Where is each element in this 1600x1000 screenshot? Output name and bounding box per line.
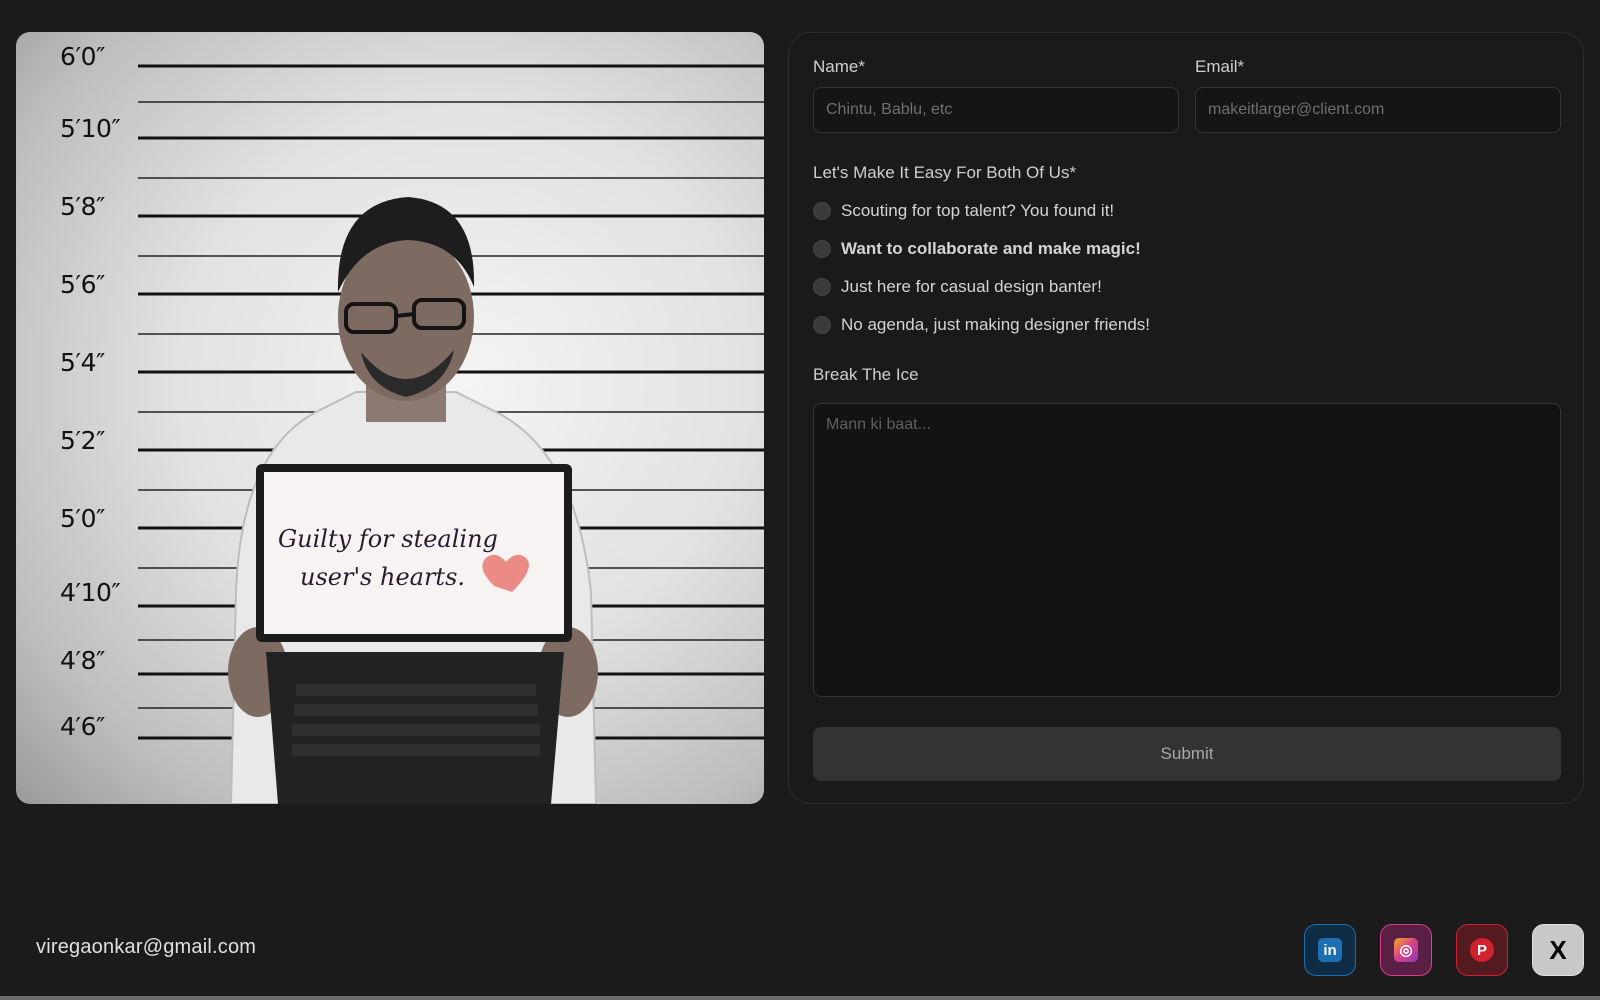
option-label: No agenda, just making designer friends! xyxy=(841,315,1151,334)
height-mark-5-0: 5′0″ xyxy=(60,504,105,533)
email-label: Email* xyxy=(1195,57,1245,76)
radio-circle[interactable] xyxy=(813,240,831,258)
radio-circle[interactable] xyxy=(813,316,831,334)
height-mark-4-8: 4′8″ xyxy=(60,646,105,675)
bottom-divider xyxy=(0,996,1600,1000)
height-mark-5-4: 5′4″ xyxy=(60,348,105,377)
radio-circle[interactable] xyxy=(813,202,831,220)
x-icon: X xyxy=(1549,934,1567,965)
linkedin-icon: in xyxy=(1318,938,1342,962)
instagram-icon: ◎ xyxy=(1394,938,1418,962)
linkedin-button[interactable]: in xyxy=(1304,924,1356,976)
intent-option-friends[interactable]: No agenda, just making designer friends! xyxy=(813,315,1150,335)
message-textarea[interactable]: Mann ki baat... xyxy=(813,403,1561,697)
radio-circle[interactable] xyxy=(813,278,831,296)
email-field[interactable]: makeitlarger@client.com xyxy=(1195,87,1561,133)
option-label: Scouting for top talent? You found it! xyxy=(841,201,1115,220)
person-figure xyxy=(228,197,598,804)
height-mark-5-6: 5′6″ xyxy=(60,270,105,299)
sign-line-1: Guilty for stealing xyxy=(278,525,498,553)
sign-line-2: user's hearts. xyxy=(300,563,466,591)
contact-form: Name* Chintu, Bablu, etc Email* makeitla… xyxy=(788,32,1584,804)
instagram-button[interactable]: ◎ xyxy=(1380,924,1432,976)
name-field[interactable]: Chintu, Bablu, etc xyxy=(813,87,1179,133)
height-mark-5-2: 5′2″ xyxy=(60,426,105,455)
pinterest-button[interactable]: P xyxy=(1456,924,1508,976)
message-label: Break The Ice xyxy=(813,365,919,384)
name-label: Name* xyxy=(813,57,865,76)
mugshot-photo: 6′0″ 5′10″ 5′8″ 5′6″ 5′4″ 5′2″ 5′0″ 4′10… xyxy=(16,32,764,804)
option-label: Want to collaborate and make magic! xyxy=(841,239,1141,258)
height-mark-6-0: 6′0″ xyxy=(60,42,105,71)
intent-option-talent[interactable]: Scouting for top talent? You found it! xyxy=(813,201,1114,221)
intent-option-collaborate[interactable]: Want to collaborate and make magic! xyxy=(813,239,1141,259)
pinterest-icon: P xyxy=(1470,938,1494,962)
intent-label: Let's Make It Easy For Both Of Us* xyxy=(813,163,1077,182)
submit-button[interactable]: Submit xyxy=(813,727,1561,781)
option-label: Just here for casual design banter! xyxy=(841,277,1102,296)
height-mark-4-6: 4′6″ xyxy=(60,712,105,741)
footer-email[interactable]: viregaonkar@gmail.com xyxy=(36,936,256,959)
height-mark-5-10: 5′10″ xyxy=(60,114,121,143)
height-mark-4-10: 4′10″ xyxy=(60,578,121,607)
height-mark-5-8: 5′8″ xyxy=(60,192,105,221)
intent-option-banter[interactable]: Just here for casual design banter! xyxy=(813,277,1102,297)
height-chart-lines xyxy=(138,64,764,804)
x-button[interactable]: X xyxy=(1532,924,1584,976)
